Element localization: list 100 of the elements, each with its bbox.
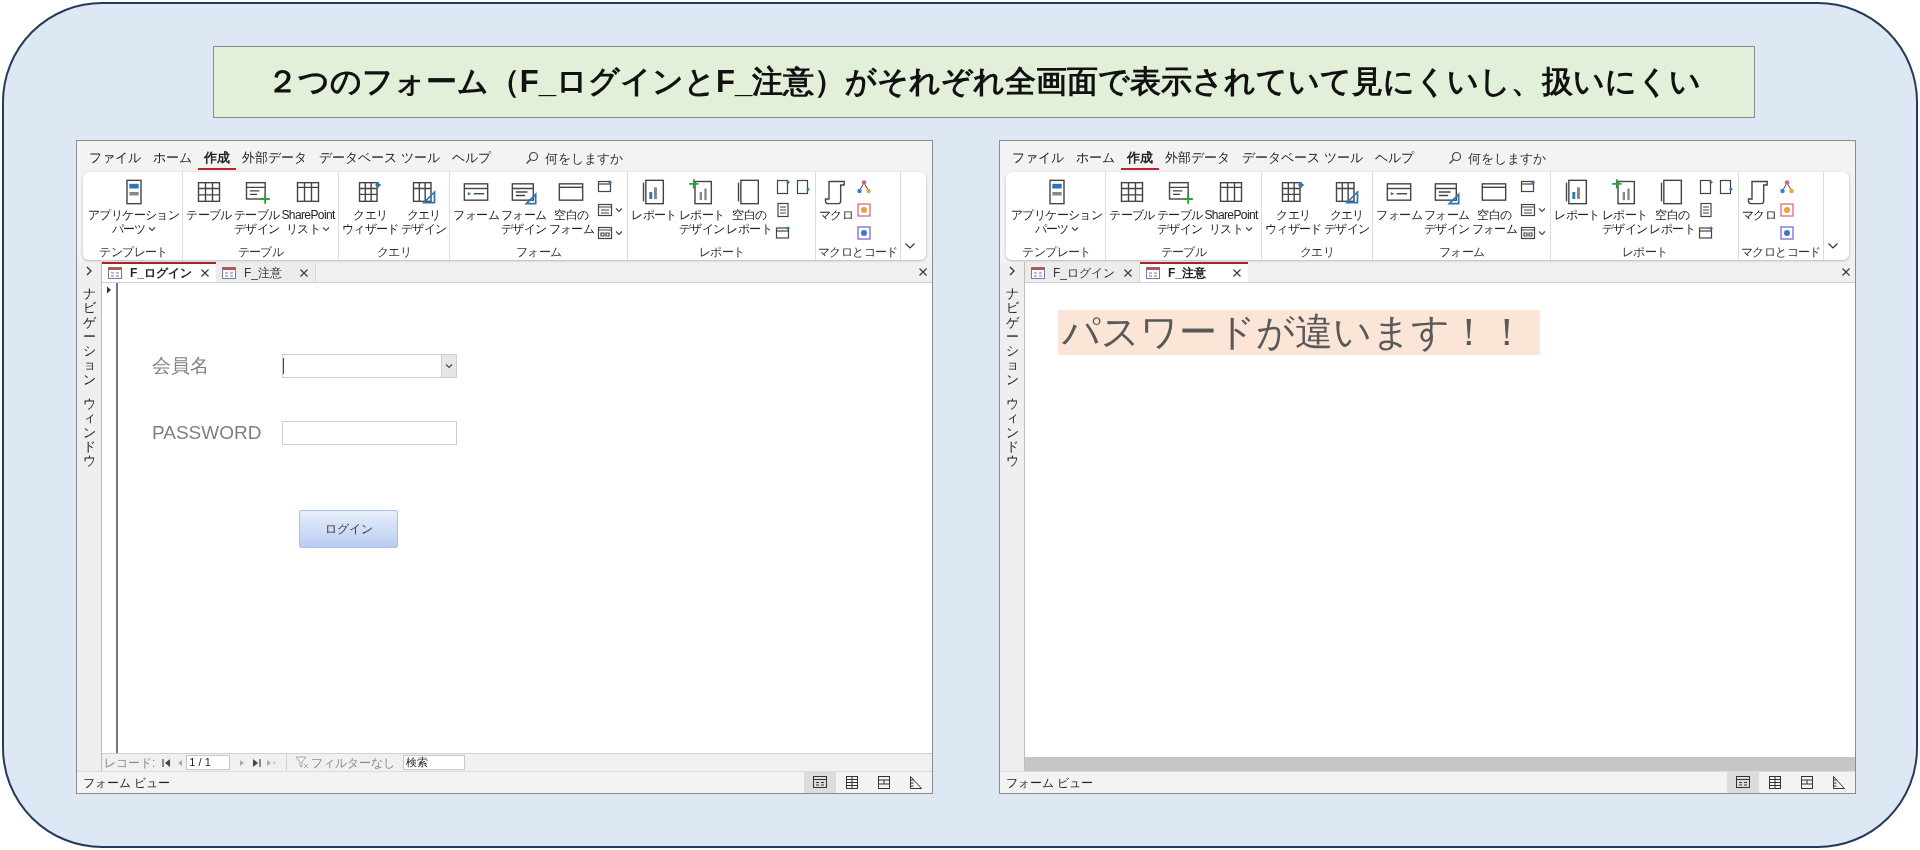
menu-tab[interactable]: ファイル — [1006, 147, 1070, 170]
close-icon — [1841, 267, 1851, 277]
ribbon-button[interactable]: 空白の レポート — [725, 176, 774, 236]
ribbon-button[interactable]: フォーム デザイン — [500, 176, 548, 236]
ribbon-button[interactable]: フォーム — [452, 176, 501, 222]
login-button[interactable]: ログイン — [299, 510, 398, 548]
menu-tab[interactable]: 作成 — [198, 147, 236, 170]
view-button[interactable] — [1727, 772, 1759, 793]
ribbon-button[interactable]: テーブル デザイン — [1155, 176, 1204, 236]
window-icon — [597, 179, 614, 195]
first-record-icon — [161, 756, 173, 769]
menu-tab[interactable]: ヘルプ — [445, 147, 497, 170]
navigation-pane-label: ウィンドウ — [1005, 397, 1019, 469]
ribbon-button[interactable]: 空白の フォーム — [1470, 176, 1519, 236]
ribbon-button[interactable]: クエリ デザイン — [1322, 176, 1371, 236]
datasheet-view-icon — [844, 775, 860, 790]
close-icon — [299, 268, 309, 278]
nodes-icon — [1779, 179, 1796, 195]
form-icon — [1031, 267, 1045, 279]
datasheet-view-icon — [1767, 775, 1783, 790]
ribbon-button[interactable]: アプリケーション パーツ — [87, 176, 181, 236]
field-label: 会員名 — [152, 353, 210, 378]
search-field[interactable]: 何をしますか — [1467, 148, 1588, 168]
page-sparkle-icon — [795, 179, 812, 195]
navigation-pane[interactable]: ナビゲーション ウィンドウ — [77, 262, 102, 771]
menu-tab[interactable]: 作成 — [1121, 147, 1159, 170]
window-icon — [1520, 225, 1537, 241]
status-text: フォーム ビュー — [1006, 774, 1094, 792]
ribbon-small-button[interactable] — [1698, 177, 1715, 197]
ribbon-small-button[interactable] — [795, 177, 812, 197]
ribbon-button[interactable]: テーブル デザイン — [232, 176, 281, 236]
page-sparkle-icon — [775, 179, 792, 195]
window-icon — [775, 225, 792, 241]
menu-tab[interactable]: ヘルプ — [1368, 147, 1420, 170]
search-field[interactable]: 何をしますか — [544, 148, 665, 168]
ribbon-button[interactable]: クエリ ウィザード — [1263, 176, 1323, 236]
ribbon-button[interactable]: マクロ — [818, 176, 855, 222]
password-field[interactable] — [282, 421, 457, 445]
ribbon-button[interactable]: クエリ デザイン — [399, 176, 448, 236]
ribbon-button[interactable]: SharePoint リスト — [280, 176, 336, 236]
ribbon-small-button[interactable] — [1779, 223, 1796, 243]
page-lines-icon — [1698, 202, 1715, 218]
field-label: PASSWORD — [152, 420, 263, 445]
caret-icon — [322, 226, 331, 232]
ribbon-small-button[interactable] — [775, 200, 792, 220]
navigation-pane-label: ウィンドウ — [82, 397, 96, 469]
ribbon-button[interactable]: レポート デザイン — [1600, 176, 1649, 236]
ribbon-button[interactable]: マクロ — [1741, 176, 1778, 222]
menu-tab[interactable]: データベース ツール — [1236, 147, 1369, 170]
window-icon — [597, 225, 614, 241]
design-view-icon — [908, 775, 924, 790]
ribbon-button[interactable]: レポート デザイン — [677, 176, 726, 236]
caret-icon — [1538, 207, 1547, 213]
window-icon — [1698, 225, 1715, 241]
search-box[interactable]: 検索 — [403, 755, 466, 770]
ribbon-button[interactable]: テーブル — [185, 176, 233, 222]
ribbon-button[interactable]: 空白の フォーム — [547, 176, 596, 236]
document-tab[interactable]: F_ログイン — [102, 262, 216, 282]
ribbon-button[interactable]: レポート — [1553, 176, 1601, 222]
menu-tab[interactable]: 外部データ — [1159, 147, 1236, 170]
form-icon — [108, 267, 122, 279]
document-tab[interactable]: F_注意 — [1140, 262, 1248, 282]
ribbon-button[interactable]: フォーム — [1375, 176, 1424, 222]
ribbon-small-button[interactable] — [1718, 177, 1735, 197]
form-icon — [1146, 267, 1160, 279]
search-icon — [524, 151, 539, 166]
document-tab[interactable]: F_注意 — [216, 262, 316, 282]
menu-tab[interactable]: ファイル — [83, 147, 147, 170]
close-icon — [1232, 268, 1242, 278]
document-tab[interactable]: F_ログイン — [1025, 262, 1140, 282]
ribbon-button[interactable]: 空白の レポート — [1648, 176, 1697, 236]
ribbon-button[interactable]: アプリケーション パーツ — [1010, 176, 1104, 236]
record-label: レコード: — [104, 754, 156, 772]
slide-title: ２つのフォーム（F_ログインとF_注意）がそれぞれ全画面で表示されていて見にくいし、扱いにくい — [213, 46, 1755, 118]
ribbon-button[interactable]: テーブル — [1108, 176, 1156, 222]
ribbon-button[interactable]: クエリ ウィザード — [340, 176, 400, 236]
window-icon — [1520, 202, 1537, 218]
ribbon-small-button[interactable] — [775, 177, 792, 197]
group-label: フォーム — [515, 244, 563, 260]
ribbon-small-button[interactable] — [856, 223, 873, 243]
collapse-ribbon-icon — [1827, 242, 1839, 250]
menu-tab[interactable]: ホーム — [147, 147, 198, 170]
funnel-icon — [295, 756, 310, 769]
ribbon-button[interactable]: SharePoint リスト — [1203, 176, 1259, 236]
ribbon-button[interactable]: フォーム デザイン — [1423, 176, 1471, 236]
caret-icon — [1070, 226, 1079, 232]
view-button[interactable] — [804, 772, 836, 793]
group-label: フォーム — [1438, 244, 1486, 260]
menu-tab[interactable]: 外部データ — [236, 147, 313, 170]
menu-tab[interactable]: ホーム — [1070, 147, 1121, 170]
page-sparkle-icon — [1718, 179, 1735, 195]
navigation-pane[interactable]: ナビゲーション ウィンドウ — [1000, 262, 1025, 771]
menu-tab[interactable]: データベース ツール — [313, 147, 446, 170]
search-icon — [1447, 151, 1462, 166]
ribbon-button[interactable]: レポート — [630, 176, 678, 222]
record-position-field[interactable]: 1 / 1 — [186, 755, 231, 770]
caret-icon — [147, 226, 156, 232]
ribbon-small-button[interactable] — [1698, 200, 1715, 220]
close-icon — [1123, 268, 1133, 278]
last-record-icon — [251, 756, 263, 769]
